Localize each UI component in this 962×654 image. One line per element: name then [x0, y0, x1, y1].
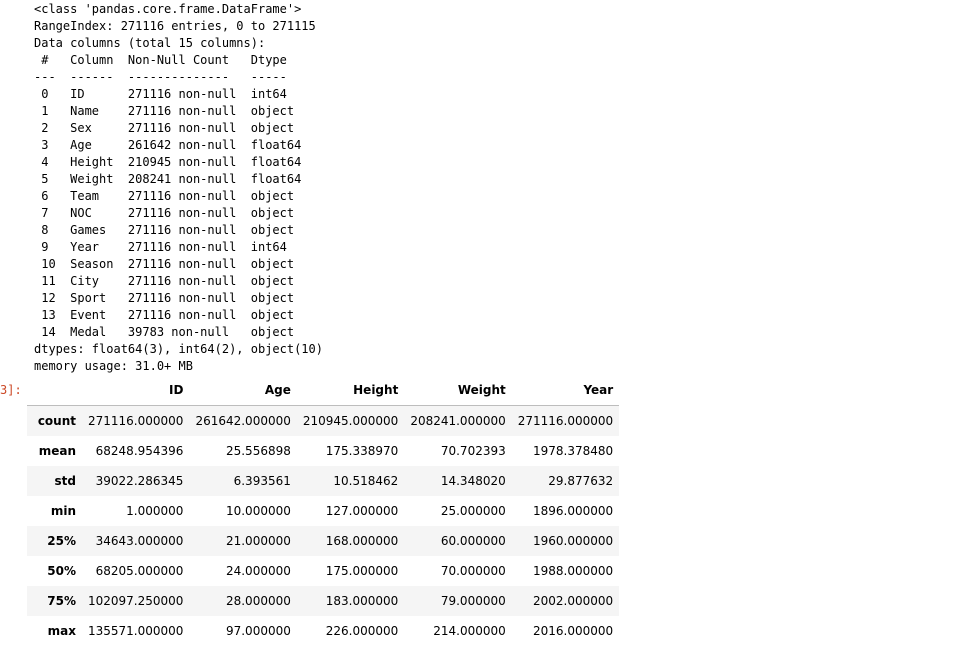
info-line: 2 Sex 271116 non-null object	[34, 121, 302, 135]
table-cell: 2002.000000	[533, 594, 614, 608]
table-row: 25% 34643.000000 21.000000 168.000000 60…	[27, 526, 620, 556]
info-line: 0 ID 271116 non-null int64	[34, 87, 302, 101]
info-line: 9 Year 271116 non-null int64	[34, 240, 302, 254]
table-cell: 102097.250000	[88, 594, 184, 608]
row-label: max	[47, 624, 76, 638]
table-row: count 271116.000000 261642.000000 210945…	[27, 405, 620, 436]
table-row: mean 68248.954396 25.556898 175.338970 7…	[27, 436, 620, 466]
table-row: std 39022.286345 6.393561 10.518462 14.3…	[27, 466, 620, 496]
column-header: ID	[82, 375, 190, 406]
column-header: Weight	[404, 375, 512, 406]
row-label: 75%	[47, 594, 76, 608]
table-cell: 271116.000000	[517, 414, 614, 428]
info-line: 14 Medal 39783 non-null object	[34, 325, 302, 339]
row-label: 50%	[47, 564, 76, 578]
table-cell: 10.518462	[333, 474, 399, 488]
info-line: 10 Season 271116 non-null object	[34, 257, 302, 271]
info-line: 11 City 271116 non-null object	[34, 274, 302, 288]
table-cell: 127.000000	[325, 504, 399, 518]
table-cell: 10.000000	[225, 504, 291, 518]
info-line: dtypes: float64(3), int64(2), object(10)	[34, 342, 323, 356]
table-cell: 25.000000	[440, 504, 506, 518]
table-cell: 1978.378480	[533, 444, 614, 458]
info-line: RangeIndex: 271116 entries, 0 to 271115	[34, 19, 316, 33]
table-cell: 14.348020	[440, 474, 506, 488]
info-line: 7 NOC 271116 non-null object	[34, 206, 302, 220]
table-cell: 68205.000000	[95, 564, 184, 578]
table-cell: 2016.000000	[533, 624, 614, 638]
table-cell: 175.000000	[325, 564, 399, 578]
info-line: 13 Event 271116 non-null object	[34, 308, 302, 322]
table-cell: 70.000000	[440, 564, 506, 578]
table-cell: 175.338970	[325, 444, 399, 458]
info-line: <class 'pandas.core.frame.DataFrame'>	[34, 2, 302, 16]
table-cell: 79.000000	[440, 594, 506, 608]
table-cell: 135571.000000	[88, 624, 184, 638]
column-header: Age	[189, 375, 297, 406]
table-row: max 135571.000000 97.000000 226.000000 2…	[27, 616, 620, 646]
row-label: std	[54, 474, 76, 488]
info-line: memory usage: 31.0+ MB	[34, 359, 193, 373]
table-cell: 1960.000000	[533, 534, 614, 548]
table-cell: 1.000000	[126, 504, 184, 518]
info-line: Data columns (total 15 columns):	[34, 36, 266, 50]
table-cell: 28.000000	[225, 594, 291, 608]
table-cell: 6.393561	[233, 474, 291, 488]
column-header: Year	[511, 375, 620, 406]
cell-execution-prompt: 3]:	[0, 383, 22, 397]
info-line: 8 Games 271116 non-null object	[34, 223, 302, 237]
table-cell: 21.000000	[225, 534, 291, 548]
table-row: 75% 102097.250000 28.000000 183.000000 7…	[27, 586, 620, 616]
describe-table: ID Age Height Weight Year count 271116.0…	[27, 375, 620, 646]
row-label: min	[50, 504, 76, 518]
table-row: min 1.000000 10.000000 127.000000 25.000…	[27, 496, 620, 526]
table-cell: 1988.000000	[533, 564, 614, 578]
table-cell: 168.000000	[325, 534, 399, 548]
info-line: # Column Non-Null Count Dtype	[34, 53, 302, 67]
table-header-row: ID Age Height Weight Year	[27, 375, 620, 406]
table-cell: 261642.000000	[195, 414, 291, 428]
table-cell: 29.877632	[548, 474, 614, 488]
info-line: --- ------ -------------- -----	[34, 70, 302, 84]
column-header: Height	[296, 375, 405, 406]
table-cell: 25.556898	[225, 444, 291, 458]
table-row: 50% 68205.000000 24.000000 175.000000 70…	[27, 556, 620, 586]
row-label: 25%	[47, 534, 76, 548]
table-cell: 1896.000000	[533, 504, 614, 518]
table-cell: 24.000000	[225, 564, 291, 578]
info-line: 4 Height 210945 non-null float64	[34, 155, 302, 169]
info-line: 3 Age 261642 non-null float64	[34, 138, 302, 152]
table-cell: 68248.954396	[95, 444, 184, 458]
info-line: 5 Weight 208241 non-null float64	[34, 172, 302, 186]
row-label: count	[37, 414, 76, 428]
table-cell: 60.000000	[440, 534, 506, 548]
info-line: 1 Name 271116 non-null object	[34, 104, 302, 118]
info-line: 12 Sport 271116 non-null object	[34, 291, 302, 305]
table-cell: 183.000000	[325, 594, 399, 608]
table-cell: 271116.000000	[88, 414, 184, 428]
table-cell: 97.000000	[225, 624, 291, 638]
table-cell: 210945.000000	[302, 414, 399, 428]
table-cell: 70.702393	[440, 444, 506, 458]
index-header	[27, 375, 82, 406]
table-cell: 226.000000	[325, 624, 399, 638]
table-cell: 39022.286345	[95, 474, 184, 488]
dataframe-info-output: <class 'pandas.core.frame.DataFrame'> Ra…	[34, 1, 323, 375]
info-line: 6 Team 271116 non-null object	[34, 189, 302, 203]
table-cell: 208241.000000	[410, 414, 506, 428]
table-cell: 214.000000	[433, 624, 506, 638]
table-cell: 34643.000000	[95, 534, 184, 548]
row-label: mean	[38, 444, 76, 458]
